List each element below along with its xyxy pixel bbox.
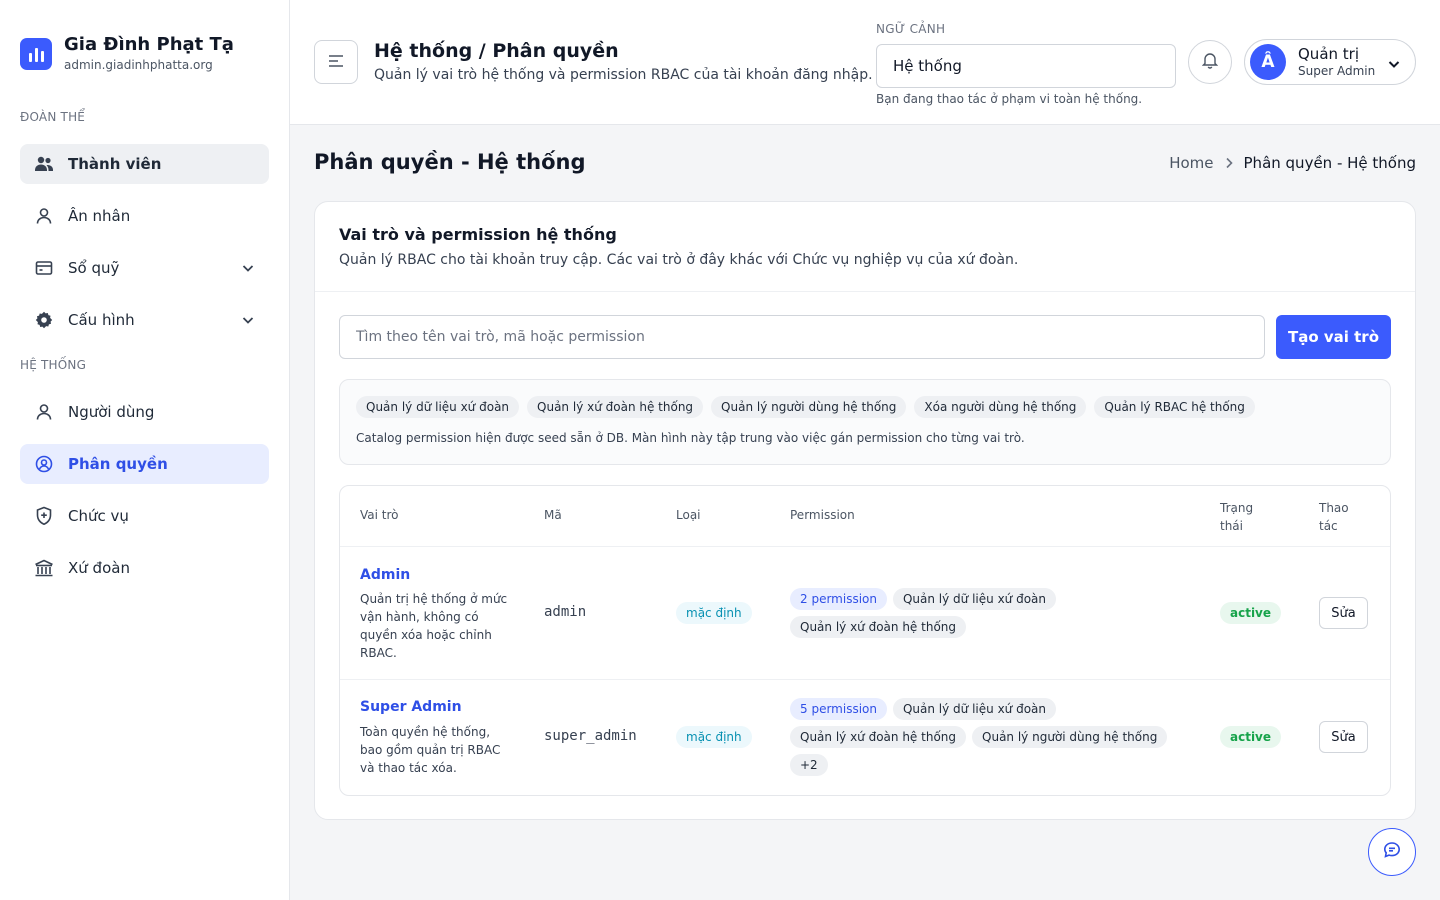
sidebar-item-label: Ân nhân bbox=[68, 207, 131, 225]
role-description: Quản trị hệ thống ở mức vận hành, không … bbox=[360, 592, 508, 660]
sidebar-item-label: Xứ đoàn bbox=[68, 559, 130, 577]
permission-count-badge: 5 permission bbox=[790, 698, 887, 720]
top-header: Hệ thống / Phân quyền Quản lý vai trò hệ… bbox=[290, 0, 1440, 125]
search-input[interactable] bbox=[339, 315, 1265, 359]
context-label: NGỮ CẢNH bbox=[876, 22, 946, 36]
role-name-link[interactable]: Admin bbox=[360, 567, 410, 583]
catalog-tag: Quản lý xứ đoàn hệ thống bbox=[527, 396, 704, 418]
context-note: Bạn đang thao tác ở phạm vi toàn hệ thốn… bbox=[876, 92, 1143, 106]
catalog-tag: Quản lý người dùng hệ thống bbox=[711, 396, 907, 418]
sidebar-item-thanh-vien[interactable]: Thành viên bbox=[20, 144, 269, 184]
header-title: Hệ thống / Phân quyền bbox=[374, 40, 619, 62]
table-row: Admin Quản trị hệ thống ở mức vận hành, … bbox=[340, 546, 1390, 679]
user-icon bbox=[34, 206, 54, 226]
permission-more-tag: +2 bbox=[790, 754, 828, 776]
edit-role-button[interactable]: Sửa bbox=[1319, 597, 1368, 629]
sidebar-item-label: Người dùng bbox=[68, 403, 155, 421]
section-label-doan-the: ĐOÀN THỂ bbox=[20, 110, 86, 124]
header-subtitle: Quản lý vai trò hệ thống và permission R… bbox=[374, 67, 873, 83]
sidebar-item-an-nhan[interactable]: Ân nhân bbox=[20, 196, 269, 236]
breadcrumb-current: Phân quyền - Hệ thống bbox=[1243, 154, 1416, 172]
catalog-tag: Quản lý dữ liệu xứ đoàn bbox=[356, 396, 520, 418]
card-title: Vai trò và permission hệ thống bbox=[339, 225, 617, 244]
role-code: admin bbox=[544, 604, 587, 620]
sidebar: Gia Đình Phạt Tạ admin.giadinhphatta.org… bbox=[0, 0, 290, 900]
sidebar-item-nguoi-dung[interactable]: Người dùng bbox=[20, 392, 269, 432]
permission-catalog: Quản lý dữ liệu xứ đoàn Quản lý xứ đoàn … bbox=[339, 379, 1391, 465]
brand-name: Gia Đình Phạt Tạ bbox=[64, 34, 234, 55]
chat-button[interactable] bbox=[1368, 828, 1416, 876]
sidebar-item-phan-quyen[interactable]: Phân quyền bbox=[20, 444, 269, 484]
chevron-down-icon bbox=[241, 312, 255, 331]
column-header-type: Loại bbox=[676, 508, 701, 522]
page-title: Phân quyền - Hệ thống bbox=[314, 150, 586, 174]
section-label-he-thong: HỆ THỐNG bbox=[20, 358, 87, 372]
chevron-down-icon bbox=[1387, 56, 1401, 75]
role-name-link[interactable]: Super Admin bbox=[360, 699, 462, 715]
sidebar-item-label: Cấu hình bbox=[68, 311, 135, 329]
gear-icon bbox=[34, 310, 54, 330]
permission-tag: Quản lý người dùng hệ thống bbox=[972, 726, 1168, 748]
chat-icon bbox=[1383, 841, 1401, 863]
chevron-right-icon bbox=[1224, 157, 1234, 169]
breadcrumb-home-link[interactable]: Home bbox=[1169, 154, 1213, 172]
notification-button[interactable] bbox=[1188, 40, 1232, 84]
wallet-icon bbox=[34, 258, 54, 278]
permission-tag: Quản lý xứ đoàn hệ thống bbox=[790, 726, 967, 748]
sidebar-item-label: Phân quyền bbox=[68, 455, 168, 473]
user-menu-button[interactable]: Â Quản trị Super Admin bbox=[1244, 39, 1416, 85]
brand-domain: admin.giadinhphatta.org bbox=[64, 58, 213, 72]
roles-card: Vai trò và permission hệ thống Quản lý R… bbox=[314, 201, 1416, 820]
users-icon bbox=[34, 154, 54, 174]
user-role: Super Admin bbox=[1298, 64, 1376, 78]
sidebar-item-cau-hinh[interactable]: Cấu hình bbox=[20, 300, 269, 340]
status-badge: active bbox=[1220, 726, 1282, 748]
sidebar-item-label: Chức vụ bbox=[68, 507, 129, 525]
role-type-badge: mặc định bbox=[676, 726, 752, 748]
building-icon bbox=[34, 558, 54, 578]
catalog-tag: Xóa người dùng hệ thống bbox=[914, 396, 1087, 418]
user-circle-icon bbox=[34, 454, 54, 474]
permission-tag: Quản lý dữ liệu xứ đoàn bbox=[892, 588, 1057, 610]
catalog-tag: Quản lý RBAC hệ thống bbox=[1094, 396, 1255, 418]
create-role-button[interactable]: Tạo vai trò bbox=[1276, 315, 1391, 359]
role-code: super_admin bbox=[544, 728, 637, 744]
menu-toggle-button[interactable] bbox=[314, 40, 358, 84]
role-type-badge: mặc định bbox=[676, 602, 752, 624]
column-header-permission: Permission bbox=[790, 508, 855, 522]
sidebar-item-label: Thành viên bbox=[68, 155, 162, 173]
sidebar-item-chuc-vu[interactable]: Chức vụ bbox=[20, 496, 269, 536]
chevron-down-icon bbox=[241, 260, 255, 279]
user-icon bbox=[34, 402, 54, 422]
breadcrumb: Home Phân quyền - Hệ thống bbox=[1169, 154, 1416, 172]
brand[interactable]: Gia Đình Phạt Tạ admin.giadinhphatta.org bbox=[20, 34, 234, 73]
sidebar-item-label: Sổ quỹ bbox=[68, 259, 120, 277]
edit-role-button[interactable]: Sửa bbox=[1319, 721, 1368, 753]
table-row: Super Admin Toàn quyền hệ thống, bao gồm… bbox=[340, 679, 1390, 795]
permission-count-badge: 2 permission bbox=[790, 588, 887, 610]
column-header-status: Trạng thái bbox=[1220, 501, 1254, 533]
roles-table: Vai trò Mã Loại Permission Trạng thái Th… bbox=[339, 485, 1391, 796]
column-header-code: Mã bbox=[544, 508, 562, 522]
user-name: Quản trị bbox=[1298, 45, 1359, 63]
permission-list: 2 permission Quản lý dữ liệu xứ đoàn Quả… bbox=[790, 588, 1190, 638]
menu-icon bbox=[328, 53, 344, 72]
bell-icon bbox=[1201, 51, 1219, 73]
sidebar-item-xu-doan[interactable]: Xứ đoàn bbox=[20, 548, 269, 588]
permission-tag: Quản lý xứ đoàn hệ thống bbox=[790, 616, 967, 638]
column-header-actions: Thao tác bbox=[1319, 501, 1349, 533]
shield-icon bbox=[34, 506, 54, 526]
permission-tag: Quản lý dữ liệu xứ đoàn bbox=[892, 698, 1057, 720]
avatar: Â bbox=[1250, 44, 1286, 80]
status-badge: active bbox=[1220, 602, 1282, 624]
column-header-role: Vai trò bbox=[360, 508, 399, 522]
brand-logo-icon bbox=[20, 37, 52, 70]
role-description: Toàn quyền hệ thống, bao gồm quản trị RB… bbox=[360, 725, 501, 775]
context-select[interactable]: Hệ thống bbox=[876, 44, 1176, 88]
card-subtitle: Quản lý RBAC cho tài khoản truy cập. Các… bbox=[339, 252, 1019, 268]
sidebar-item-so-quy[interactable]: Sổ quỹ bbox=[20, 248, 269, 288]
catalog-note: Catalog permission hiện được seed sẵn ở … bbox=[356, 431, 1025, 445]
permission-list: 5 permission Quản lý dữ liệu xứ đoàn Quả… bbox=[790, 698, 1170, 776]
card-header: Vai trò và permission hệ thống Quản lý R… bbox=[315, 202, 1415, 292]
